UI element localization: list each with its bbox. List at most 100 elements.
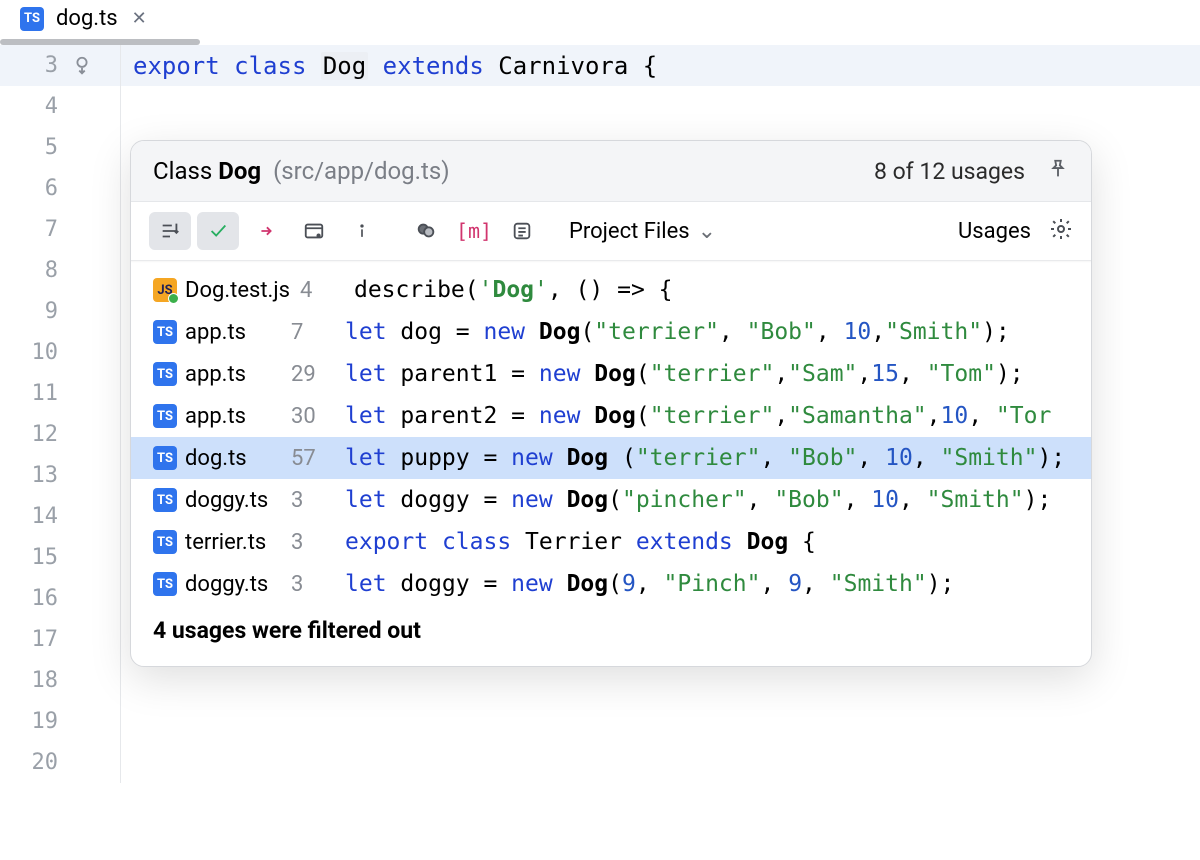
gutter-divider — [120, 86, 121, 127]
line-number: 6 — [0, 176, 64, 201]
line-number: 12 — [0, 422, 64, 447]
typescript-file-icon: TS — [153, 572, 177, 596]
usage-code: export class Terrier extends Dog { — [345, 529, 1069, 555]
javascript-file-icon: JS — [153, 278, 177, 302]
usage-code: let parent2 = new Dog("terrier","Samanth… — [345, 403, 1069, 429]
usage-file: JS Dog.test.js — [153, 278, 290, 303]
usage-line-number: 30 — [291, 404, 335, 429]
usage-row[interactable]: TS dog.ts 57 let puppy = new Dog ("terrier"… — [131, 437, 1091, 479]
code-line[interactable]: 19 — [0, 701, 1200, 742]
implementations-gutter-icon[interactable] — [64, 55, 100, 77]
show-read-access-icon[interactable] — [197, 212, 239, 250]
usage-filename: doggy.ts — [185, 488, 268, 513]
filter-icon[interactable] — [405, 212, 447, 250]
sort-icon[interactable] — [149, 212, 191, 250]
line-number: 17 — [0, 627, 64, 652]
typescript-file-icon: TS — [20, 7, 44, 31]
gear-icon[interactable] — [1049, 217, 1073, 246]
line-number: 10 — [0, 340, 64, 365]
usage-filename: app.ts — [185, 404, 246, 429]
usage-file: TS doggy.ts — [153, 488, 281, 513]
usage-line-number: 3 — [291, 572, 335, 597]
usage-row[interactable]: TS app.ts 30 let parent2 = new Dog("terrier… — [131, 395, 1091, 437]
gutter-divider — [120, 209, 121, 250]
gutter-divider — [120, 742, 121, 783]
usage-line-number: 3 — [291, 530, 335, 555]
open-in-tool-window-icon[interactable] — [293, 212, 335, 250]
code-line[interactable]: 4 — [0, 86, 1200, 127]
usage-line-number: 3 — [291, 488, 335, 513]
usage-line-number: 57 — [291, 446, 335, 471]
usage-code: let puppy = new Dog ("terrier", "Bob", 1… — [345, 445, 1069, 471]
popup-title-prefix: Class — [153, 157, 218, 185]
usage-code: let dog = new Dog("terrier", "Bob", 10,"… — [345, 319, 1069, 345]
usage-row[interactable]: TS app.ts 29 let parent1 = new Dog("terrier… — [131, 353, 1091, 395]
gutter-divider — [120, 619, 121, 660]
gutter-divider — [120, 168, 121, 209]
usage-row[interactable]: TS doggy.ts 3 let doggy = new Dog("pincher"… — [131, 479, 1091, 521]
usage-code: let doggy = new Dog(9, "Pinch", 9, "Smit… — [345, 571, 1069, 597]
usage-list: JS Dog.test.js 4 describe('Dog', () => { TS a… — [131, 263, 1091, 605]
gutter-divider — [120, 45, 121, 86]
filtered-usages-note[interactable]: 4 usages were filtered out — [131, 605, 1091, 666]
gutter-divider — [120, 578, 121, 619]
usage-row[interactable]: JS Dog.test.js 4 describe('Dog', () => { — [131, 269, 1091, 311]
typescript-file-icon: TS — [153, 488, 177, 512]
preview-icon[interactable] — [501, 212, 543, 250]
gutter-divider — [120, 660, 121, 701]
info-icon[interactable] — [341, 212, 383, 250]
gutter-divider — [120, 291, 121, 332]
code-line[interactable]: 20 — [0, 742, 1200, 783]
line-number: 19 — [0, 709, 64, 734]
line-number: 3 — [0, 53, 64, 78]
code-line[interactable]: 3 export class Dog extends Carnivora { — [0, 45, 1200, 86]
gutter-divider — [120, 701, 121, 742]
line-number: 11 — [0, 381, 64, 406]
usage-code: let parent1 = new Dog("terrier","Sam",15… — [345, 361, 1069, 387]
usage-file: TS dog.ts — [153, 446, 281, 471]
usage-filename: app.ts — [185, 320, 246, 345]
usage-filename: terrier.ts — [185, 530, 266, 555]
line-number: 18 — [0, 668, 64, 693]
gutter-divider — [120, 332, 121, 373]
typescript-file-icon: TS — [153, 446, 177, 470]
code-text[interactable]: export class Dog extends Carnivora { — [133, 52, 657, 80]
line-number: 9 — [0, 299, 64, 324]
scope-dropdown[interactable]: Project Files ⌄ — [569, 219, 716, 244]
find-usages-popup: Class Dog (src/app/dog.ts) 8 of 12 usage… — [130, 140, 1092, 667]
tab-filename[interactable]: dog.ts — [56, 6, 118, 31]
line-number: 4 — [0, 94, 64, 119]
usage-row[interactable]: TS doggy.ts 3 let doggy = new Dog(9, "Pinch… — [131, 563, 1091, 605]
usage-line-number: 29 — [291, 362, 335, 387]
usage-file: TSterrier.ts — [153, 530, 281, 555]
usage-line-number: 4 — [300, 278, 344, 303]
usage-line-number: 7 — [291, 320, 335, 345]
show-write-access-icon[interactable] — [245, 212, 287, 250]
typescript-file-icon: TS — [153, 404, 177, 428]
usage-row[interactable]: TSterrier.ts 3 export class Terrier extend… — [131, 521, 1091, 563]
close-tab-button[interactable]: ✕ — [132, 8, 147, 29]
popup-toolbar: [m] Project Files ⌄ Usages — [131, 202, 1091, 261]
usage-filename: dog.ts — [185, 446, 247, 471]
usage-file: TS app.ts — [153, 362, 281, 387]
usage-filename: app.ts — [185, 362, 246, 387]
typescript-file-icon: TS — [153, 362, 177, 386]
usage-filename: doggy.ts — [185, 572, 268, 597]
line-number: 8 — [0, 258, 64, 283]
usage-filename: Dog.test.js — [185, 278, 290, 303]
gutter-divider — [120, 496, 121, 537]
line-number: 7 — [0, 217, 64, 242]
usage-code: describe('Dog', () => { — [354, 277, 1069, 303]
usage-row[interactable]: TSapp.ts7let dog = new Dog("terrier", "B… — [131, 311, 1091, 353]
chevron-down-icon: ⌄ — [698, 219, 716, 244]
pin-icon[interactable] — [1047, 158, 1069, 185]
line-number: 5 — [0, 135, 64, 160]
line-number: 15 — [0, 545, 64, 570]
popup-header: Class Dog (src/app/dog.ts) 8 of 12 usage… — [131, 141, 1091, 202]
line-number: 20 — [0, 750, 64, 775]
module-bracket-icon[interactable]: [m] — [453, 212, 495, 250]
popup-title-path: (src/app/dog.ts) — [273, 157, 450, 185]
usage-code: let doggy = new Dog("pincher", "Bob", 10… — [345, 487, 1069, 513]
gutter-divider — [120, 250, 121, 291]
usages-label[interactable]: Usages — [958, 219, 1031, 244]
